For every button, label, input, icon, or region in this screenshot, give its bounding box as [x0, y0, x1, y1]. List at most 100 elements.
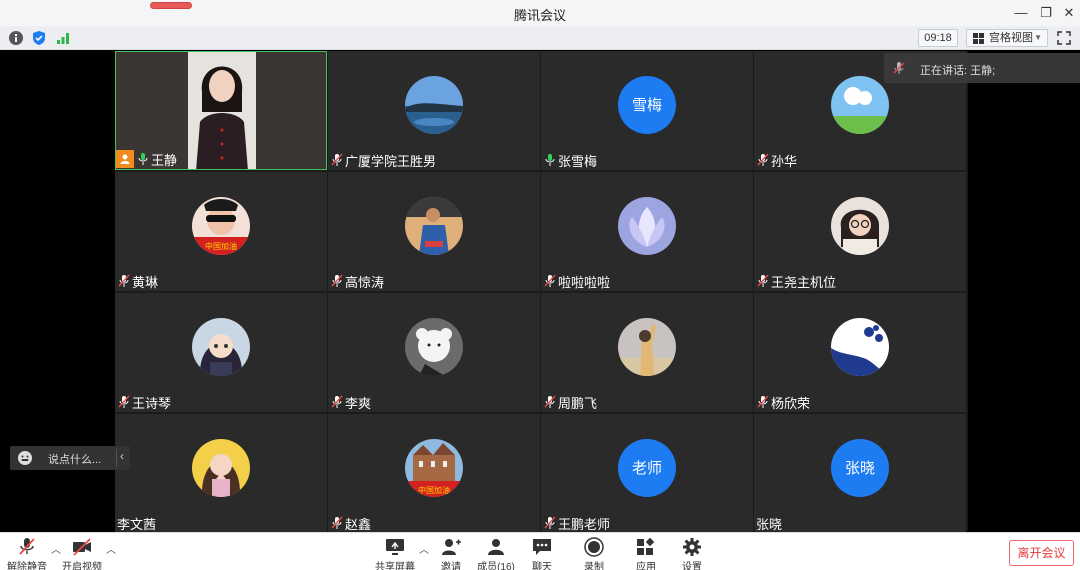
avatar: 中国加油: [405, 438, 463, 497]
settings-button[interactable]: 设置: [668, 537, 716, 570]
invite-button[interactable]: 邀请: [427, 537, 475, 570]
participant-tile[interactable]: 老师 王鹏老师: [541, 414, 753, 533]
participant-name: 王诗琴: [132, 395, 172, 411]
start-video-label: 开启视频: [62, 562, 102, 570]
participant-nameplate: 杨欣荣: [754, 392, 814, 412]
view-mode-select[interactable]: 宫格视图 ▼: [966, 29, 1048, 47]
avatar: [618, 196, 676, 255]
chat-placeholder[interactable]: 说点什么...: [48, 451, 101, 467]
apps-button[interactable]: 应用: [622, 537, 670, 570]
title-bar: 腾讯会议 — ❐ ✕: [0, 0, 1080, 26]
avatar: [831, 317, 889, 376]
quick-chat-box[interactable]: 说点什么... ‹: [10, 446, 130, 470]
participant-name: 黄琳: [132, 274, 159, 290]
camera-off-icon: [73, 538, 91, 556]
mic-muted-icon: [757, 274, 769, 287]
mic-muted-icon: [757, 395, 769, 408]
participant-tile[interactable]: 张晓 张晓: [754, 414, 966, 533]
avatar-image: [831, 75, 889, 134]
members-button[interactable]: 成员(16): [472, 537, 520, 570]
close-button[interactable]: ✕: [1060, 4, 1078, 22]
avatar: [831, 75, 889, 134]
video-feed: [188, 52, 256, 169]
chat-bubble-icon: [533, 539, 551, 555]
mic-muted-icon: [331, 516, 343, 529]
chat-divider: [116, 449, 117, 467]
participant-tile[interactable]: 高惊涛: [328, 172, 540, 291]
mic-muted-icon: [118, 274, 130, 287]
participant-tile[interactable]: 李文茜: [115, 414, 327, 533]
minimize-button[interactable]: —: [1012, 4, 1030, 22]
avatar: 雪梅: [618, 75, 676, 134]
participant-tile[interactable]: 雪梅张雪梅: [541, 51, 753, 170]
grid-view-icon: [973, 33, 984, 44]
participant-tile[interactable]: 王诗琴: [115, 293, 327, 412]
speaking-indicator: 正在讲话: 王静;: [884, 53, 1080, 83]
info-icon[interactable]: [8, 30, 24, 46]
collapse-arrow-icon[interactable]: ‹: [120, 449, 124, 463]
video-options-caret[interactable]: ︿: [106, 541, 116, 556]
video-grid: 王静 广厦学院王胜男 雪梅 张雪梅 孙华 中国加油 黄琳 高惊涛 啦啦啦啦 王尧主机位 王诗琴 李爽周…: [115, 51, 968, 533]
invite-user-icon: [442, 539, 461, 555]
participant-name: 王尧主机位: [771, 274, 837, 290]
participant-tile[interactable]: 周鹏飞: [541, 293, 753, 412]
participant-nameplate: 周鹏飞: [541, 392, 601, 412]
avatar: 老师: [618, 438, 676, 497]
participant-tile[interactable]: 杨欣荣: [754, 293, 966, 412]
participant-name: 广厦学院王胜男: [345, 153, 437, 169]
apps-label: 应用: [636, 562, 656, 570]
participant-tile[interactable]: 广厦学院王胜男: [328, 51, 540, 170]
restore-button[interactable]: ❐: [1037, 4, 1055, 22]
emoji-icon[interactable]: [17, 450, 33, 466]
avatar: [405, 196, 463, 255]
signal-icon[interactable]: [55, 30, 71, 46]
settings-label: 设置: [682, 562, 702, 570]
unmute-button[interactable]: 解除静音: [3, 537, 51, 570]
avatar: [831, 196, 889, 255]
mic-muted-icon: [118, 395, 130, 408]
start-video-button[interactable]: 开启视频: [58, 537, 106, 570]
participant-tile[interactable]: 中国加油赵鑫: [328, 414, 540, 533]
avatar-image: [831, 196, 889, 255]
avatar: [618, 317, 676, 376]
share-screen-button[interactable]: 共享屏幕: [371, 537, 419, 570]
bottom-control-bar: 解除静音 ︿ 开启视频 ︿ 共享屏幕 ︿ 邀请 成员(16) 聊天 录制 应用 …: [0, 532, 1080, 570]
participant-name: 李文茜: [117, 516, 157, 532]
participant-tile[interactable]: 啦啦啦啦: [541, 172, 753, 291]
host-user-icon: [120, 154, 130, 164]
host-badge: [116, 150, 134, 168]
avatar-image: [405, 75, 463, 134]
participant-nameplate: 王鹏老师: [541, 513, 614, 533]
participant-nameplate: 啦啦啦啦: [541, 271, 614, 291]
avatar: [405, 75, 463, 134]
participant-nameplate: 赵鑫: [328, 513, 375, 533]
participant-name: 张雪梅: [558, 153, 598, 169]
participant-nameplate: 李爽: [328, 392, 375, 412]
participant-nameplate: 高惊涛: [328, 271, 388, 291]
avatar-image: 中国加油: [192, 196, 250, 255]
window-title: 腾讯会议: [513, 8, 566, 23]
fullscreen-icon[interactable]: [1056, 30, 1072, 46]
mic-muted-icon: [544, 395, 556, 408]
chat-button[interactable]: 聊天: [518, 537, 566, 570]
participant-nameplate: 广厦学院王胜男: [328, 150, 440, 170]
participant-name: 孙华: [771, 153, 798, 169]
avatar-image: [405, 317, 463, 376]
avatar-image: [618, 196, 676, 255]
participant-tile[interactable]: 王尧主机位: [754, 172, 966, 291]
participant-tile[interactable]: 王静: [115, 51, 327, 170]
leave-meeting-button[interactable]: 离开会议: [1009, 540, 1074, 566]
mic-muted-icon: [19, 538, 35, 555]
participant-tile[interactable]: 李爽: [328, 293, 540, 412]
security-shield-icon[interactable]: [31, 30, 47, 46]
participant-name: 赵鑫: [345, 516, 372, 532]
participant-nameplate: 黄琳: [115, 271, 162, 291]
participant-tile[interactable]: 中国加油黄琳: [115, 172, 327, 291]
apps-grid-icon: [637, 537, 655, 555]
record-button[interactable]: 录制: [570, 537, 618, 570]
mic-muted-icon: [544, 274, 556, 287]
avatar: [192, 317, 250, 376]
participant-name: 高惊涛: [345, 274, 385, 290]
record-icon: [584, 537, 604, 557]
record-label: 录制: [584, 562, 604, 570]
